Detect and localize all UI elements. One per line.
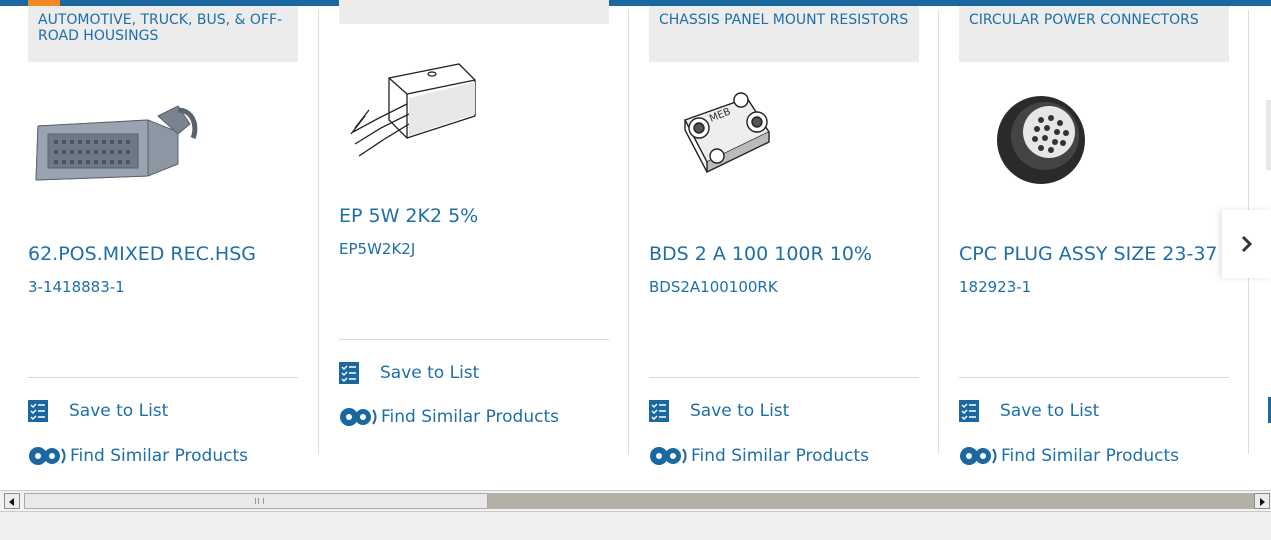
product-image[interactable] — [959, 76, 1229, 206]
card-divider — [649, 377, 919, 378]
category-label[interactable] — [339, 0, 609, 24]
page-footer-area — [0, 512, 1271, 540]
checklist-icon — [959, 400, 979, 422]
category-label[interactable]: AUTOMOTIVE, TRUCK, BUS, & OFF-ROAD HOUSI… — [28, 6, 298, 62]
scrollbar-thumb[interactable] — [24, 493, 488, 509]
product-image[interactable] — [339, 58, 609, 188]
find-similar-label: Find Similar Products — [70, 446, 248, 466]
save-to-list-label: Save to List — [69, 401, 169, 421]
find-similar-button[interactable]: Find Similar Products — [28, 442, 248, 470]
carousel-next-button[interactable] — [1222, 210, 1271, 278]
gears-icon — [960, 447, 997, 465]
part-number-link[interactable]: 182923-1 — [959, 277, 1031, 297]
card-separator — [318, 10, 319, 454]
save-to-list-label: Save to List — [380, 363, 480, 383]
save-to-list-button[interactable]: Save to List — [28, 397, 168, 425]
checklist-icon — [649, 400, 669, 422]
checklist-icon — [28, 400, 48, 422]
arrow-left-icon — [9, 498, 14, 506]
chevron-right-icon — [1241, 235, 1252, 253]
find-similar-button[interactable]: Find Similar Products — [959, 442, 1179, 470]
part-number-link[interactable]: 3-1418883-1 — [28, 277, 125, 297]
scrollbar-track[interactable] — [488, 493, 1254, 509]
product-title-link[interactable]: EP 5W 2K2 5% — [339, 204, 478, 228]
scroll-left-button[interactable] — [4, 493, 20, 509]
arrow-right-icon — [1260, 498, 1265, 506]
save-to-list-label: Save to List — [690, 401, 790, 421]
category-label[interactable]: CIRCULAR POWER CONNECTORS — [959, 6, 1229, 62]
part-number-link[interactable]: BDS2A100100RK — [649, 277, 778, 297]
scroll-right-button[interactable] — [1254, 493, 1270, 509]
save-to-list-label: Save to List — [1000, 401, 1100, 421]
product-image[interactable]: MEB — [649, 76, 919, 206]
gears-icon — [29, 447, 66, 465]
category-label[interactable]: CHASSIS PANEL MOUNT RESISTORS — [649, 6, 919, 62]
checklist-icon — [339, 362, 359, 384]
grip-icon — [255, 498, 264, 504]
card-divider — [339, 339, 609, 340]
card-separator — [628, 10, 629, 454]
find-similar-label: Find Similar Products — [691, 446, 869, 466]
product-title-link[interactable]: 62.POS.MIXED REC.HSG — [28, 242, 256, 266]
product-title-link[interactable]: BDS 2 A 100 100R 10% — [649, 242, 872, 266]
card-divider — [28, 377, 298, 378]
next-card-peek — [1266, 100, 1271, 170]
save-to-list-button[interactable]: Save to List — [959, 397, 1099, 425]
product-carousel: AUTOMOTIVE, TRUCK, BUS, & OFF-ROAD HOUSI… — [0, 0, 1271, 488]
find-similar-label: Find Similar Products — [381, 407, 559, 427]
gears-icon — [650, 447, 687, 465]
find-similar-button[interactable]: Find Similar Products — [649, 442, 869, 470]
product-title-link[interactable]: CPC PLUG ASSY SIZE 23-37 — [959, 242, 1218, 266]
part-number-link[interactable]: EP5W2K2J — [339, 239, 415, 259]
find-similar-label: Find Similar Products — [1001, 446, 1179, 466]
save-to-list-button[interactable]: Save to List — [649, 397, 789, 425]
horizontal-scrollbar[interactable] — [0, 490, 1271, 512]
product-image[interactable] — [28, 76, 298, 206]
gears-icon — [340, 408, 377, 426]
card-divider — [959, 377, 1229, 378]
save-to-list-button[interactable]: Save to List — [339, 359, 479, 387]
card-separator — [938, 10, 939, 454]
find-similar-button[interactable]: Find Similar Products — [339, 403, 559, 431]
